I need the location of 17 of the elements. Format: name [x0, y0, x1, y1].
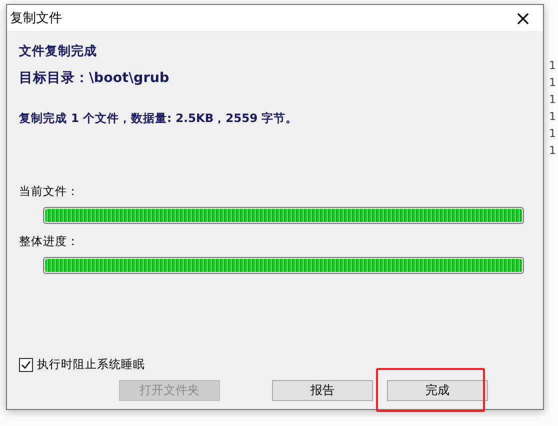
progress-label: 整体进度：	[19, 234, 80, 249]
checkbox[interactable]	[19, 358, 33, 372]
background-digit: 1	[549, 126, 556, 142]
dialog-button[interactable]: 完成	[387, 380, 488, 401]
status-heading: 文件复制完成	[19, 43, 98, 60]
background-digit: 1	[549, 75, 556, 91]
close-button[interactable]: ×	[503, 5, 543, 31]
dialog-button[interactable]: 报告	[272, 380, 373, 401]
checkbox-label: 执行时阻止系统睡眠	[37, 357, 145, 372]
background-digit: 1	[549, 58, 556, 74]
background-digit: 1	[549, 92, 556, 108]
background-digit: 1	[549, 143, 556, 159]
progress-label: 当前文件：	[19, 184, 80, 199]
target-directory: 目标目录：\boot\grub	[19, 69, 170, 87]
background-digit: 1	[549, 109, 556, 125]
window-title: 复制文件	[10, 10, 62, 27]
copy-summary: 复制完成 1 个文件，数据量: 2.5KB，2559 字节。	[19, 111, 299, 126]
